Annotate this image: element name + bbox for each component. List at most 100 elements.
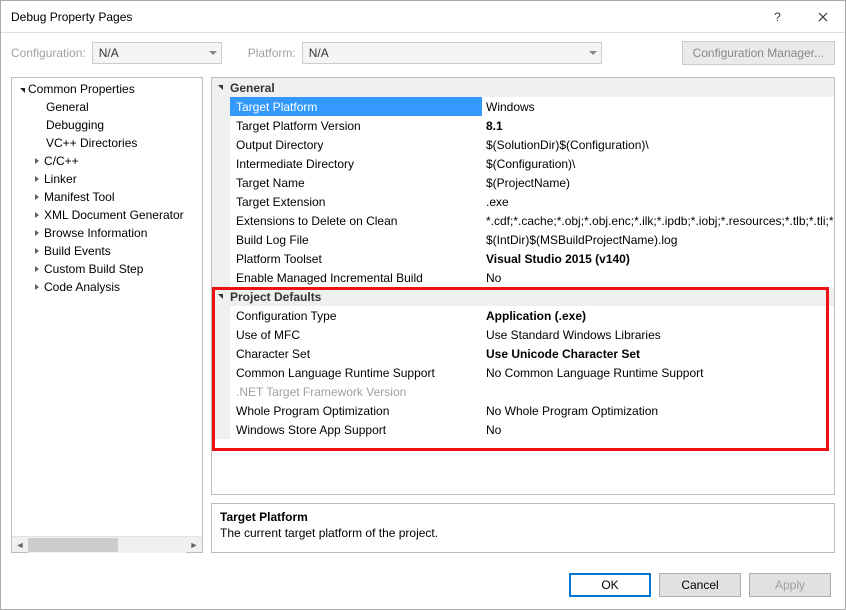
twisty-collapsed-icon[interactable] [30,190,44,204]
grid-row[interactable]: Configuration TypeApplication (.exe) [212,306,834,325]
cancel-button[interactable]: Cancel [659,573,741,597]
grid-row[interactable]: Whole Program OptimizationNo Whole Progr… [212,401,834,420]
property-value[interactable]: *.cdf;*.cache;*.obj;*.obj.enc;*.ilk;*.ip… [482,211,834,230]
configuration-row: Configuration: N/A Platform: N/A Configu… [1,33,845,73]
scroll-right-icon[interactable]: ► [186,537,202,553]
row-gutter [212,173,230,192]
row-gutter [212,135,230,154]
tree-item[interactable]: Custom Build Step [12,260,202,278]
grid-row[interactable]: Extensions to Delete on Clean*.cdf;*.cac… [212,211,834,230]
property-name: Target Name [230,173,482,192]
dialog-buttons: OK Cancel Apply [569,573,831,597]
tree-item-label: Custom Build Step [44,262,143,276]
tree-item-label: Linker [44,172,77,186]
tree-item[interactable]: Linker [12,170,202,188]
property-name: Whole Program Optimization [230,401,482,420]
property-grid[interactable]: GeneralTarget PlatformWindowsTarget Plat… [211,77,835,495]
twisty-collapsed-icon[interactable] [30,280,44,294]
property-value[interactable]: Use Unicode Character Set [482,344,834,363]
grid-category[interactable]: General [212,78,834,97]
category-gutter[interactable] [212,287,230,306]
tree-item[interactable]: Browse Information [12,224,202,242]
configuration-manager-button[interactable]: Configuration Manager... [682,41,835,65]
property-value[interactable]: $(ProjectName) [482,173,834,192]
twisty-collapsed-icon[interactable] [30,208,44,222]
property-name: Intermediate Directory [230,154,482,173]
grid-row[interactable]: Windows Store App SupportNo [212,420,834,439]
category-gutter[interactable] [212,78,230,97]
grid-row[interactable]: Use of MFCUse Standard Windows Libraries [212,325,834,344]
configuration-combo[interactable]: N/A [92,42,222,64]
tree-item[interactable]: Code Analysis [12,278,202,296]
collapse-icon[interactable] [216,83,226,93]
row-gutter [212,344,230,363]
property-value[interactable]: Windows [482,97,834,116]
grid-row[interactable]: .NET Target Framework Version [212,382,834,401]
property-value[interactable]: Visual Studio 2015 (v140) [482,249,834,268]
grid-row[interactable]: Target PlatformWindows [212,97,834,116]
tree-item[interactable]: VC++ Directories [12,134,202,152]
grid-row[interactable]: Target Name$(ProjectName) [212,173,834,192]
property-value[interactable]: No Whole Program Optimization [482,401,834,420]
twisty-collapsed-icon[interactable] [30,262,44,276]
grid-row[interactable]: Character SetUse Unicode Character Set [212,344,834,363]
property-value[interactable]: No [482,420,834,439]
tree-item[interactable]: Manifest Tool [12,188,202,206]
scroll-track[interactable] [28,537,186,553]
tree-item-label: XML Document Generator [44,208,184,222]
description-title: Target Platform [220,510,826,524]
platform-combo[interactable]: N/A [302,42,602,64]
twisty-collapsed-icon[interactable] [30,172,44,186]
grid-row[interactable]: Target Platform Version8.1 [212,116,834,135]
property-value[interactable]: $(SolutionDir)$(Configuration)\ [482,135,834,154]
scroll-thumb[interactable] [28,538,118,552]
property-value[interactable]: Use Standard Windows Libraries [482,325,834,344]
grid-row[interactable]: Common Language Runtime SupportNo Common… [212,363,834,382]
tree-item[interactable]: Build Events [12,242,202,260]
grid-row[interactable]: Platform ToolsetVisual Studio 2015 (v140… [212,249,834,268]
tree-item-label: Build Events [44,244,111,258]
tree-item-label: Manifest Tool [44,190,114,204]
tree-item[interactable]: General [12,98,202,116]
twisty-collapsed-icon[interactable] [30,244,44,258]
grid-row[interactable]: Build Log File$(IntDir)$(MSBuildProjectN… [212,230,834,249]
property-value[interactable]: $(IntDir)$(MSBuildProjectName).log [482,230,834,249]
property-value[interactable]: No Common Language Runtime Support [482,363,834,382]
grid-category[interactable]: Project Defaults [212,287,834,306]
row-gutter [212,401,230,420]
close-button[interactable] [800,2,845,32]
property-name: Character Set [230,344,482,363]
tree-item[interactable]: C/C++ [12,152,202,170]
twisty-expanded-icon[interactable] [14,82,28,96]
tree-item[interactable]: XML Document Generator [12,206,202,224]
grid-row[interactable]: Target Extension.exe [212,192,834,211]
grid-row[interactable]: Intermediate Directory$(Configuration)\ [212,154,834,173]
row-gutter [212,192,230,211]
property-name: Extensions to Delete on Clean [230,211,482,230]
property-name: Enable Managed Incremental Build [230,268,482,287]
property-value[interactable]: No [482,268,834,287]
property-value[interactable]: Application (.exe) [482,306,834,325]
ok-button[interactable]: OK [569,573,651,597]
twisty-collapsed-icon[interactable] [30,226,44,240]
property-value[interactable] [482,382,834,401]
tree-item[interactable]: Debugging [12,116,202,134]
twisty-collapsed-icon[interactable] [30,154,44,168]
collapse-icon[interactable] [216,292,226,302]
tree-panel: Common Properties GeneralDebuggingVC++ D… [11,77,203,553]
grid-row[interactable]: Enable Managed Incremental BuildNo [212,268,834,287]
row-gutter [212,325,230,344]
property-value[interactable]: .exe [482,192,834,211]
platform-value: N/A [309,46,329,60]
apply-button[interactable]: Apply [749,573,831,597]
tree[interactable]: Common Properties GeneralDebuggingVC++ D… [12,78,202,536]
property-name: Common Language Runtime Support [230,363,482,382]
platform-label: Platform: [248,46,296,60]
property-value[interactable]: $(Configuration)\ [482,154,834,173]
property-value[interactable]: 8.1 [482,116,834,135]
scroll-left-icon[interactable]: ◄ [12,537,28,553]
tree-scrollbar[interactable]: ◄ ► [12,536,202,552]
tree-root[interactable]: Common Properties [12,80,202,98]
grid-row[interactable]: Output Directory$(SolutionDir)$(Configur… [212,135,834,154]
help-button[interactable]: ? [755,2,800,32]
